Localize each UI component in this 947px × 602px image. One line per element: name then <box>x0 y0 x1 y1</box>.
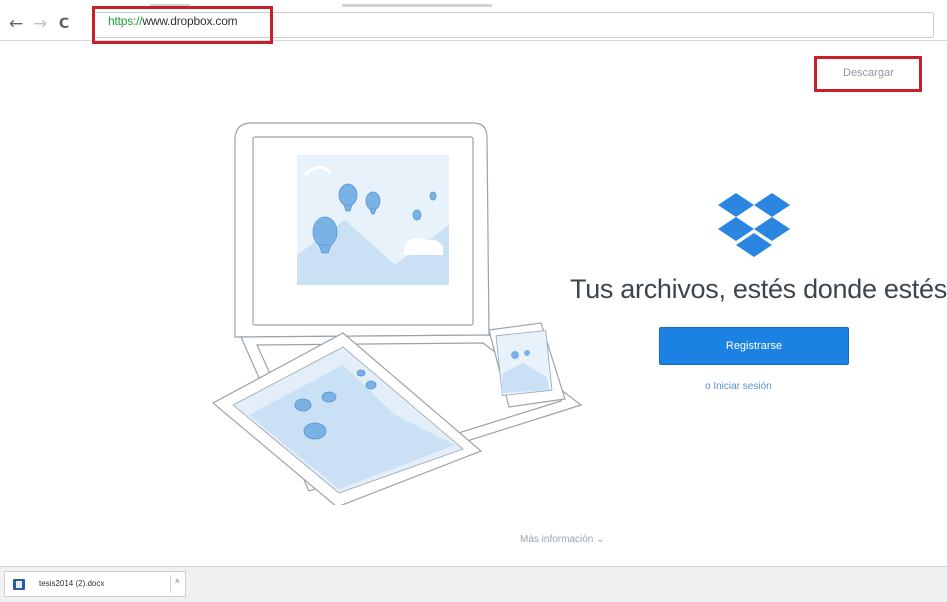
divider <box>170 575 171 593</box>
download-highlight-box <box>814 56 922 92</box>
dropbox-logo-icon <box>718 193 790 257</box>
back-arrow-icon[interactable]: ← <box>6 14 26 34</box>
devices-illustration <box>211 122 583 505</box>
more-info-link[interactable]: Más información ⌄ <box>520 534 605 545</box>
chevron-up-icon[interactable]: ˄ <box>175 577 180 586</box>
reload-icon[interactable]: C <box>54 14 74 34</box>
word-document-icon <box>13 579 25 590</box>
download-shelf: tesis2014 (2).docx ˄ <box>0 566 947 602</box>
signin-link[interactable]: o Iniciar sesión <box>705 381 772 392</box>
register-button[interactable]: Registrarse <box>659 327 849 365</box>
download-file-name: tesis2014 (2).docx <box>39 579 105 588</box>
forward-arrow-icon[interactable]: → <box>30 14 50 34</box>
tab-edge <box>342 4 492 7</box>
url-highlight-box <box>92 6 273 44</box>
hero-headline: Tus archivos, estés donde estés <box>570 274 947 304</box>
download-item[interactable]: tesis2014 (2).docx ˄ <box>4 571 186 597</box>
